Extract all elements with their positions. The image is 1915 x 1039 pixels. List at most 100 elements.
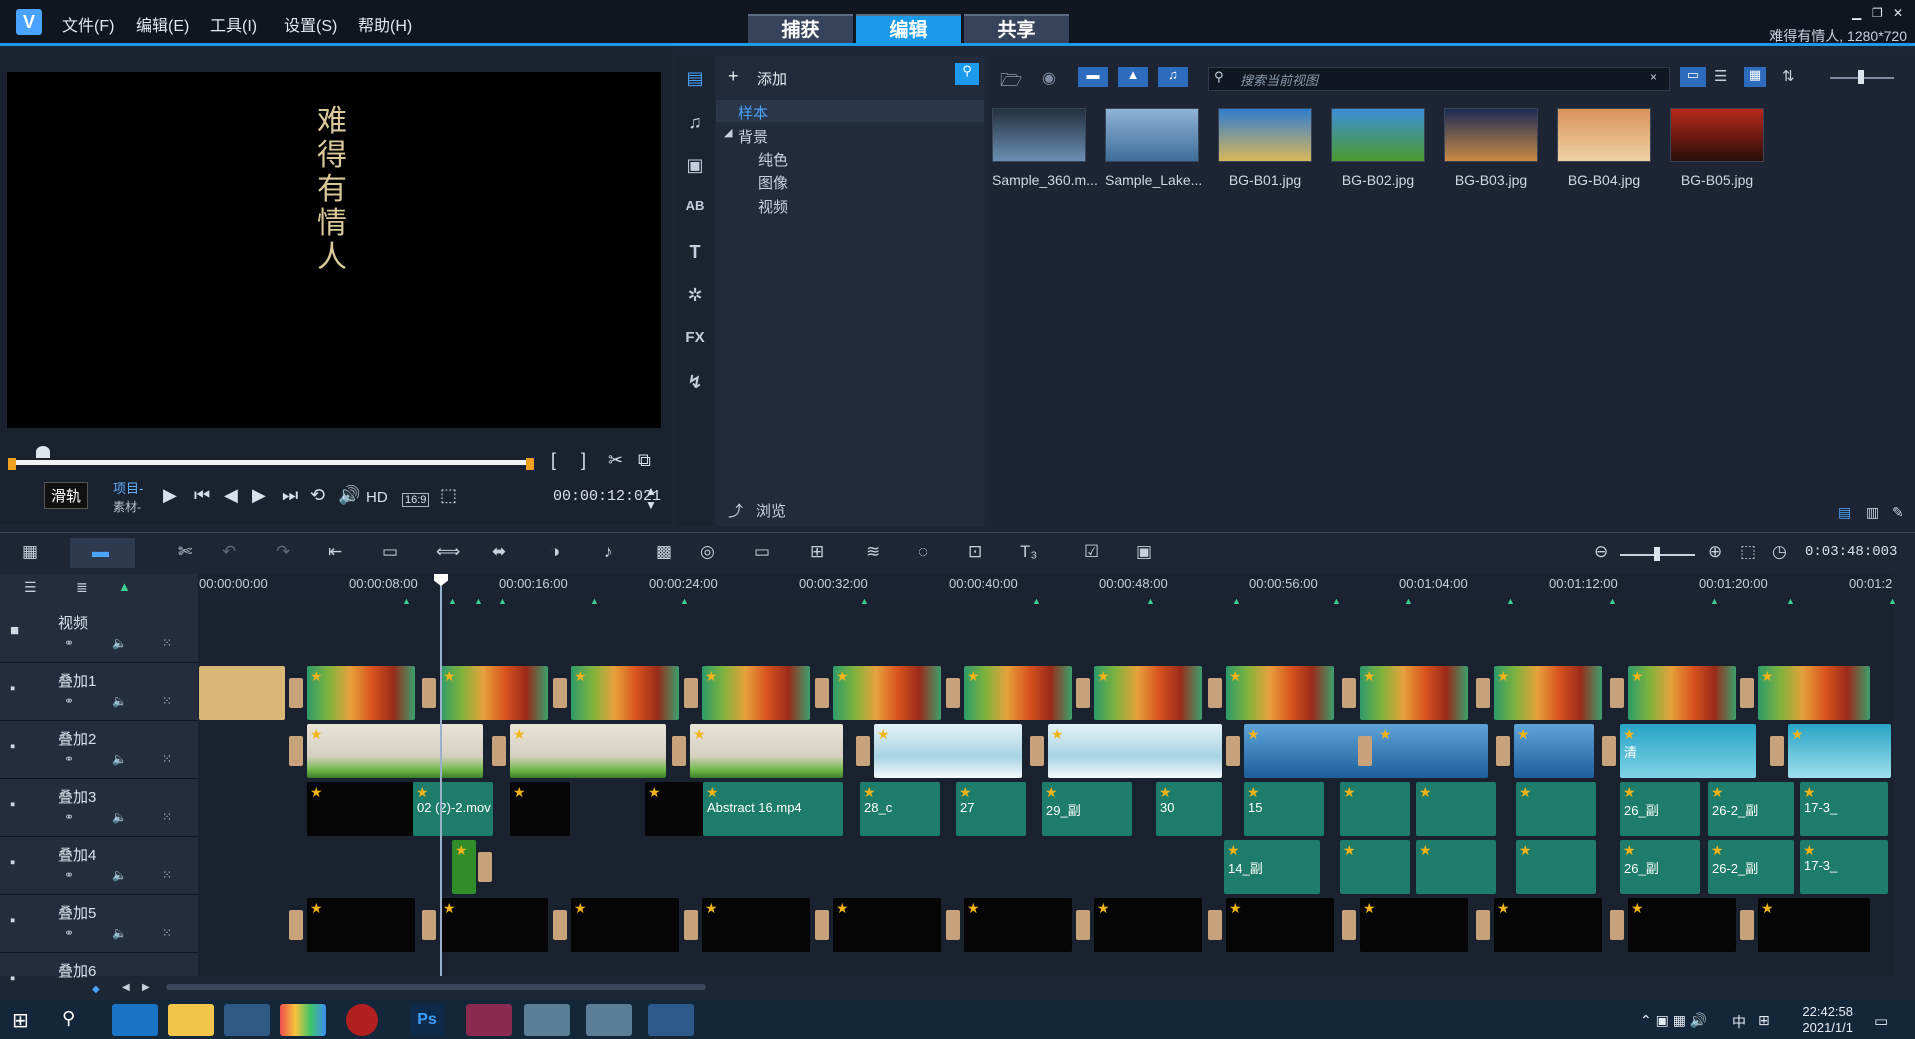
transition-icon[interactable]: AB (680, 198, 710, 213)
timeline-clip[interactable]: ★ (1758, 898, 1870, 952)
media-thumb[interactable]: BG-B05.jpg (1670, 108, 1764, 188)
timeline-clip[interactable]: ★ (571, 666, 679, 720)
timeline-clip[interactable]: ★ (1628, 666, 1736, 720)
timecode-stepper-icon[interactable]: ▲ ▼ (645, 484, 657, 512)
timeline-clip[interactable]: ★ (833, 898, 941, 952)
transition-marker[interactable] (1610, 678, 1624, 708)
restore-icon[interactable]: ❐ (1872, 6, 1883, 20)
end-icon[interactable]: ⏭ (282, 485, 298, 506)
timeline-clip[interactable]: ★ (1416, 840, 1496, 894)
ripple-icon[interactable]: ⁙ (162, 926, 172, 940)
capture-icon[interactable]: ◉ (1042, 68, 1056, 88)
timeline-clip[interactable]: ★ (571, 898, 679, 952)
grid-view-icon[interactable]: ▦ (1744, 67, 1766, 87)
track-type-icon[interactable]: ▪ (10, 796, 15, 813)
timeline-clip[interactable]: ★ (1340, 782, 1410, 836)
media-icon[interactable]: ▤ (680, 68, 710, 89)
transition-marker[interactable] (1602, 736, 1616, 766)
media-thumb[interactable]: BG-B03.jpg (1444, 108, 1538, 188)
audio-icon[interactable]: ♫ (680, 112, 710, 133)
transition-marker[interactable] (1770, 736, 1784, 766)
browse-icon[interactable]: ⤴ (728, 500, 743, 521)
timeline-clip[interactable]: ★ (1360, 898, 1468, 952)
redo-icon[interactable]: ↷ (276, 542, 290, 562)
browser-icon[interactable] (280, 1004, 326, 1036)
transition-marker[interactable] (492, 736, 506, 766)
track-manager-icon[interactable]: ☰ (24, 579, 37, 596)
next-frame-icon[interactable]: ▶ (252, 485, 266, 506)
enlarge-icon[interactable]: ⧉ (638, 450, 651, 471)
link-icon[interactable]: ⚭ (64, 868, 74, 882)
screen-capture-icon[interactable]: ▣ (1136, 542, 1152, 562)
link-icon[interactable]: ⚭ (64, 752, 74, 766)
transition-marker[interactable] (815, 678, 829, 708)
timeline-clip[interactable]: ★ 26_副 (1620, 782, 1700, 836)
menu-file[interactable]: 文件(F) (62, 12, 114, 36)
timeline-clip[interactable]: ★ (1516, 840, 1596, 894)
timeline-clip[interactable]: ★ (690, 724, 843, 778)
timeline-clip[interactable]: ★ 17-3_ (1800, 840, 1888, 894)
track-type-icon[interactable]: ▪ (10, 738, 15, 755)
timeline-clip[interactable]: ★ (1376, 724, 1488, 778)
storyboard-view-icon[interactable]: ▦ (22, 542, 38, 562)
ime-indicator[interactable]: 中 (1732, 1012, 1746, 1032)
timeline-clip[interactable]: ★ 27 (956, 782, 1026, 836)
list-view-icon[interactable]: ☰ (1714, 67, 1727, 85)
timeline-clip[interactable]: ★ 02 (2)-2.mov (413, 782, 493, 836)
media-thumb[interactable]: BG-B02.jpg (1331, 108, 1425, 188)
library-mode-icon[interactable]: ▤ (1838, 504, 1851, 521)
transition-marker[interactable] (1610, 910, 1624, 940)
thumbnail-view-icon[interactable]: ▭ (1680, 67, 1706, 87)
app-icon-1[interactable] (524, 1004, 570, 1036)
tools-icon[interactable]: ✄ (178, 542, 192, 562)
timeline-clip[interactable]: ★ (307, 898, 415, 952)
fx-toggle-icon[interactable]: ☑ (1084, 542, 1099, 562)
timeline-clip[interactable]: ★ (510, 782, 570, 836)
tree-item-video[interactable]: 视频 (758, 196, 788, 217)
zoom-out-icon[interactable]: ⊖ (1594, 542, 1608, 562)
timeline-clip[interactable]: ★ 29_副 (1042, 782, 1132, 836)
menu-edit[interactable]: 编辑(E) (136, 12, 189, 36)
panel-layout-icon[interactable]: ▥ (1866, 504, 1879, 521)
prev-frame-icon[interactable]: ◀ (224, 485, 238, 506)
search-taskbar-icon[interactable]: ⚲ (62, 1008, 75, 1029)
videostudio-taskbar-icon[interactable] (648, 1004, 694, 1036)
transition-marker[interactable] (1740, 910, 1754, 940)
color-grading-icon[interactable]: ◑ (550, 542, 560, 562)
track-type-icon[interactable]: ▪ (10, 912, 15, 929)
notification-icon[interactable]: ▭ (1874, 1012, 1888, 1030)
transition-marker[interactable] (684, 910, 698, 940)
track-header[interactable] (0, 894, 198, 953)
ripple-icon[interactable]: ⁙ (162, 752, 172, 766)
undo-icon[interactable]: ↶ (222, 542, 236, 562)
timeline-clip[interactable]: ★ (307, 724, 483, 778)
ripple-icon[interactable]: ⁙ (162, 694, 172, 708)
play-icon[interactable]: ▶ (163, 485, 177, 506)
app-logo-icon[interactable]: V (16, 9, 42, 35)
trim-start-marker[interactable] (8, 458, 16, 470)
timeline-clip[interactable]: ★ 清 (1620, 724, 1756, 778)
timeline-clip[interactable]: ★ (1516, 782, 1596, 836)
show-video-icon[interactable]: ▬ (1078, 67, 1108, 87)
media-thumb[interactable]: BG-B01.jpg (1218, 108, 1312, 188)
track-type-icon[interactable]: ▪ (10, 680, 15, 697)
fit-project-icon[interactable]: ⇤ (328, 542, 342, 562)
zoom-handle[interactable] (1654, 547, 1660, 561)
mute-icon[interactable]: 🔈 (112, 926, 127, 940)
transition-marker[interactable] (946, 678, 960, 708)
tree-item-color[interactable]: 纯色 (758, 149, 788, 170)
transition-marker[interactable] (684, 678, 698, 708)
timeline-clip[interactable]: ★ 28_c (860, 782, 940, 836)
record-screen-icon[interactable]: ▭ (382, 542, 398, 562)
ripple-icon[interactable]: ⁙ (162, 868, 172, 882)
scrubber-bar[interactable] (12, 460, 534, 465)
transition-marker[interactable] (1208, 910, 1222, 940)
close-icon[interactable]: ✕ (1893, 6, 1903, 20)
collapse-icon[interactable]: ◢ (724, 126, 732, 139)
transition-marker[interactable] (1076, 678, 1090, 708)
tab-share[interactable]: 共享 (964, 14, 1069, 46)
transition-marker[interactable] (1226, 736, 1240, 766)
mute-icon[interactable]: 🔈 (112, 636, 127, 650)
scrub-handle[interactable] (36, 446, 50, 458)
repeat-icon[interactable]: ⟲ (310, 485, 325, 506)
